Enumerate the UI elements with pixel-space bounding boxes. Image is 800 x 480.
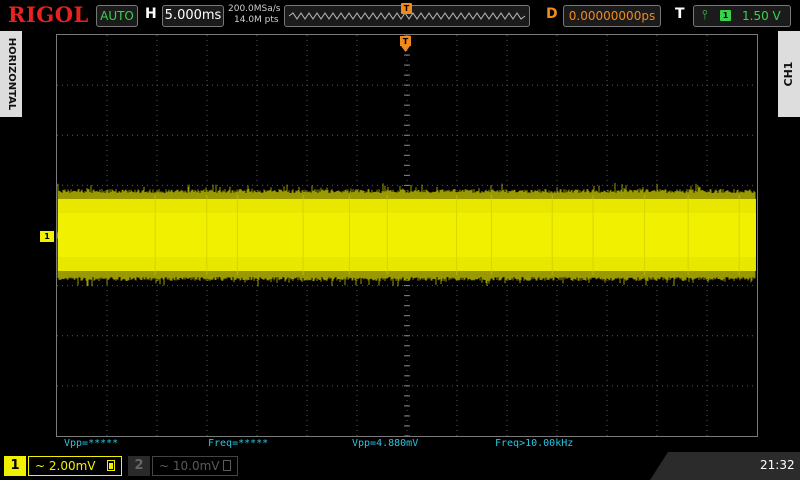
- measurement-ch1-freq: Freq=*****: [208, 438, 269, 449]
- memory-depth-readout: 14.0M pts: [234, 15, 279, 25]
- ch1-menu-tab[interactable]: CH1: [778, 31, 800, 117]
- ch1-tab-label: CH1: [782, 61, 795, 87]
- trigger-position-arrow-icon[interactable]: T: [400, 36, 411, 52]
- measurement-freq: Freq>10.00kHz: [495, 438, 574, 449]
- waveform-display[interactable]: [56, 34, 758, 437]
- trigger-source-badge: 1: [720, 10, 731, 21]
- svg-text:T: T: [403, 37, 409, 46]
- horizontal-label: H: [145, 6, 157, 22]
- timebase-readout[interactable]: 5.000ms: [162, 5, 224, 27]
- system-clock: 21:32: [760, 458, 795, 472]
- graticule: [57, 35, 757, 436]
- trigger-settings-readout[interactable]: ⫯ 1 1.50 V: [693, 5, 791, 27]
- measurement-vpp: Vpp=4.880mV: [352, 438, 419, 449]
- ch1-channel-badge[interactable]: 1: [4, 456, 26, 476]
- horizontal-tab-label: HORIZONTAL: [6, 37, 17, 111]
- ch2-scale-label: ~ 10.0mV: [159, 459, 220, 473]
- ch1-bandwidth-limit-icon: [107, 460, 115, 471]
- ch2-vertical-scale[interactable]: ~ 10.0mV: [152, 456, 238, 476]
- trigger-mode-indicator[interactable]: AUTO: [96, 5, 138, 27]
- ch1-vertical-scale[interactable]: ~ 2.00mV: [28, 456, 122, 476]
- sample-rate-readout: 200.0MSa/s: [228, 4, 281, 14]
- ch1-scale-label: ~ 2.00mV: [35, 459, 96, 473]
- rigol-logo: RIGOL: [8, 2, 89, 27]
- ch1-offset-marker[interactable]: 1: [40, 231, 54, 242]
- trigger-position-marker: T: [401, 3, 412, 14]
- measurement-ch1-vpp: Vpp=*****: [64, 438, 119, 449]
- ch2-bandwidth-limit-icon: [223, 460, 231, 471]
- rising-edge-icon: ⫯: [702, 8, 708, 23]
- horizontal-menu-tab[interactable]: HORIZONTAL: [0, 31, 22, 117]
- trigger-level-readout: 1.50 V: [742, 9, 781, 23]
- delay-label: D: [546, 6, 558, 22]
- trigger-delay-readout[interactable]: 0.00000000ps: [563, 5, 661, 27]
- ch2-channel-badge[interactable]: 2: [128, 456, 150, 476]
- trigger-label: T: [675, 6, 685, 22]
- ch1-waveform-trace: [57, 183, 756, 287]
